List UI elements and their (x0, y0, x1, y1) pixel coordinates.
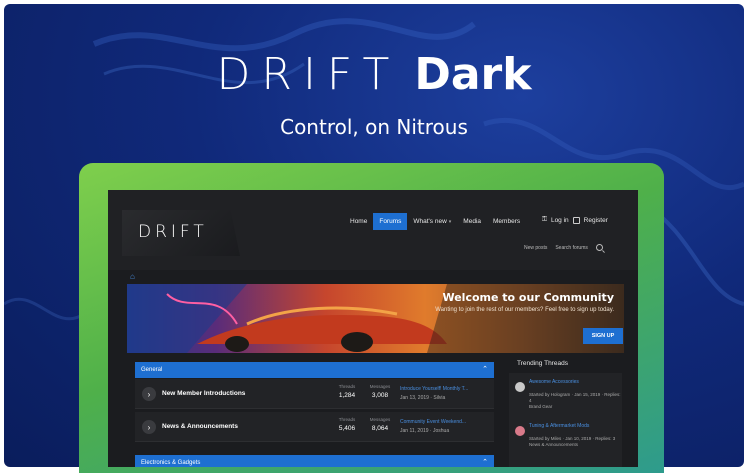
latest-post: Community Event Weekend... Jan 11, 2019 … (400, 419, 490, 434)
category-title: Electronics & Gadgets (141, 460, 201, 466)
nav-media[interactable]: Media (457, 213, 487, 230)
thread-meta: Started by Hologram · Jan 15, 2019 · Rep… (529, 392, 621, 410)
chevron-right-icon: › (142, 387, 156, 401)
nav-members[interactable]: Members (487, 213, 526, 230)
trending-threads: Awesome Accessories Started by Hologram … (509, 373, 622, 467)
nav-whats-new[interactable]: What's new ▾ (407, 213, 457, 230)
nav-home[interactable]: Home (344, 213, 373, 230)
forum-header: DRIFT Home Forums What's new ▾ Media Memb… (108, 190, 638, 270)
category-title: General (141, 367, 163, 373)
register-link[interactable]: Register (584, 217, 608, 224)
latest-post: Introduce Yourself! Monthly T... Jan 13,… (400, 386, 490, 401)
login-link[interactable]: Log in (551, 217, 569, 224)
home-icon[interactable]: ⌂ (130, 272, 135, 281)
forum-screenshot: DRIFT Home Forums What's new ▾ Media Memb… (108, 190, 638, 467)
auth-links: ⚿ Log in Register (542, 216, 608, 224)
new-posts-link[interactable]: New posts (524, 245, 547, 251)
main-nav: Home Forums What's new ▾ Media Members (344, 213, 526, 230)
brand-title: DRIFT Dark (4, 53, 744, 97)
messages-value: 3,008 (371, 392, 389, 399)
forum-node[interactable]: › News & Announcements Threads 5,406 Mes… (135, 412, 494, 442)
messages-stat: Messages 8,064 (363, 417, 397, 432)
messages-label: Messages (369, 384, 391, 389)
banner-subtitle: Wanting to join the rest of our members?… (435, 307, 614, 313)
thread-meta-text: Started by Miles · Jan 10, 2019 · Replie… (529, 436, 616, 441)
latest-post-meta: Jan 13, 2019 · Silvia (400, 395, 446, 401)
messages-value: 8,064 (371, 425, 389, 432)
chevron-right-icon: › (142, 420, 156, 434)
forum-node[interactable]: › New Member Introductions Threads 1,284… (135, 379, 494, 409)
latest-post-title[interactable]: Community Event Weekend... (400, 419, 490, 425)
messages-stat: Messages 3,008 (363, 384, 397, 399)
welcome-banner: Welcome to our Community Wanting to join… (127, 284, 624, 353)
thread-title[interactable]: Awesome Accessories (529, 379, 621, 385)
avatar (515, 382, 525, 392)
search-icon[interactable] (595, 244, 603, 251)
node-title[interactable]: New Member Introductions (162, 390, 245, 397)
tagline: Control, on Nitrous (280, 115, 468, 139)
thread-meta-text: Started by Hologram · Jan 15, 2019 · Rep… (529, 392, 621, 403)
threads-label: Threads (338, 384, 356, 389)
threads-stat: Threads 5,406 (330, 417, 364, 432)
threads-value: 5,406 (338, 425, 356, 432)
threads-label: Threads (338, 417, 356, 422)
signup-button[interactable]: SIGN UP (583, 328, 623, 344)
sub-nav: New posts Search forums (524, 244, 603, 251)
nav-whats-new-label: What's new (413, 218, 447, 225)
messages-label: Messages (369, 417, 391, 422)
threads-stat: Threads 1,284 (330, 384, 364, 399)
forum-logo[interactable]: DRIFT (138, 222, 208, 242)
chevron-down-icon: ▾ (448, 219, 452, 225)
node-title[interactable]: News & Announcements (162, 423, 238, 430)
sidebar-title: Trending Threads (517, 360, 568, 367)
search-forums-link[interactable]: Search forums (555, 245, 588, 251)
threads-value: 1,284 (338, 392, 356, 399)
thread-title[interactable]: Tuning & Aftermarket Mods (529, 423, 621, 429)
chevron-up-icon[interactable]: ⌃ (482, 365, 488, 373)
nav-forums[interactable]: Forums (373, 213, 408, 230)
brand-suffix: Dark (414, 49, 532, 100)
thread-forum[interactable]: News & Announcements (529, 442, 578, 447)
banner-title: Welcome to our Community (442, 291, 614, 304)
latest-post-meta: Jan 11, 2019 · Joshua (400, 428, 450, 434)
register-icon (572, 216, 580, 224)
avatar (515, 426, 525, 436)
chevron-up-icon[interactable]: ⌃ (482, 458, 488, 466)
thread-meta: Started by Miles · Jan 10, 2019 · Replie… (529, 436, 621, 448)
brand-logo: DRIFT (216, 49, 401, 100)
latest-post-title[interactable]: Introduce Yourself! Monthly T... (400, 386, 490, 392)
key-icon: ⚿ (542, 216, 547, 223)
category-header-electronics[interactable]: Electronics & Gadgets ⌃ (135, 455, 494, 467)
thread-forum[interactable]: Brand Gear (529, 404, 552, 409)
category-header-general[interactable]: General ⌃ (135, 362, 494, 378)
